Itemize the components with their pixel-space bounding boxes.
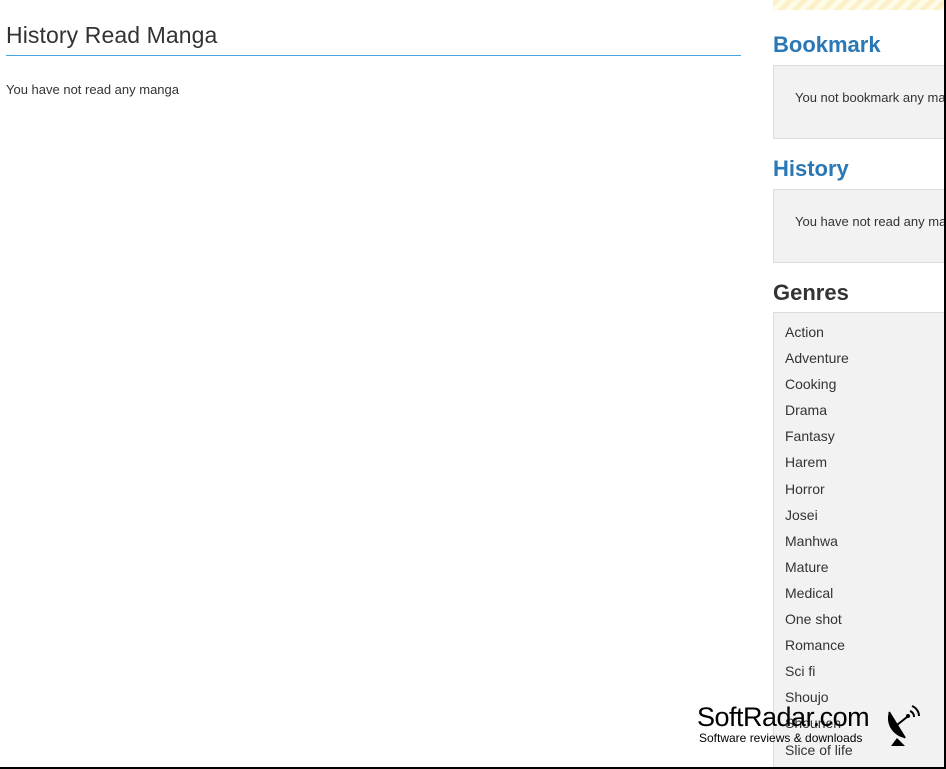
bookmark-box: You not bookmark any ma (773, 65, 946, 139)
watermark-name: SoftRadar.com (697, 702, 870, 732)
history-box: You have not read any mar (773, 189, 946, 263)
bookmark-message: You not bookmark any ma (795, 90, 946, 105)
history-message: You have not read any mar (795, 214, 946, 229)
genre-link-medical[interactable]: Medical (785, 585, 946, 611)
genre-link-cooking[interactable]: Cooking (785, 376, 946, 402)
bookmark-title: Bookmark (773, 32, 881, 57)
genre-link-drama[interactable]: Drama (785, 402, 946, 428)
satellite-dish-icon (887, 705, 920, 746)
genre-link-sci-fi[interactable]: Sci fi (785, 663, 946, 689)
watermark-tagline: Software reviews & downloads (699, 731, 863, 745)
genre-link-mature[interactable]: Mature (785, 559, 946, 585)
empty-history-message: You have not read any manga (6, 82, 179, 97)
genre-link-one-shot[interactable]: One shot (785, 611, 946, 637)
genre-link-action[interactable]: Action (785, 324, 946, 350)
decorative-stripe (773, 0, 946, 10)
softradar-watermark: SoftRadar.com Software reviews & downloa… (697, 702, 927, 748)
genre-link-manhwa[interactable]: Manhwa (785, 533, 946, 559)
page-title: History Read Manga (6, 22, 741, 56)
genre-link-horror[interactable]: Horror (785, 481, 946, 507)
sidebar: Bookmark You not bookmark any ma History… (773, 0, 946, 769)
genres-section: Genres Action Adventure Cooking Drama Fa… (773, 280, 946, 769)
history-title: History (773, 156, 849, 181)
genre-link-romance[interactable]: Romance (785, 637, 946, 663)
main-content: History Read Manga You have not read any… (6, 22, 741, 97)
bookmark-section: Bookmark You not bookmark any ma (773, 32, 946, 139)
genre-link-harem[interactable]: Harem (785, 454, 946, 480)
genres-list: Action Adventure Cooking Drama Fantasy H… (773, 312, 946, 769)
history-section: History You have not read any mar (773, 156, 946, 263)
genres-title: Genres (773, 280, 849, 305)
genre-link-fantasy[interactable]: Fantasy (785, 428, 946, 454)
genre-link-josei[interactable]: Josei (785, 507, 946, 533)
genre-link-adventure[interactable]: Adventure (785, 350, 946, 376)
